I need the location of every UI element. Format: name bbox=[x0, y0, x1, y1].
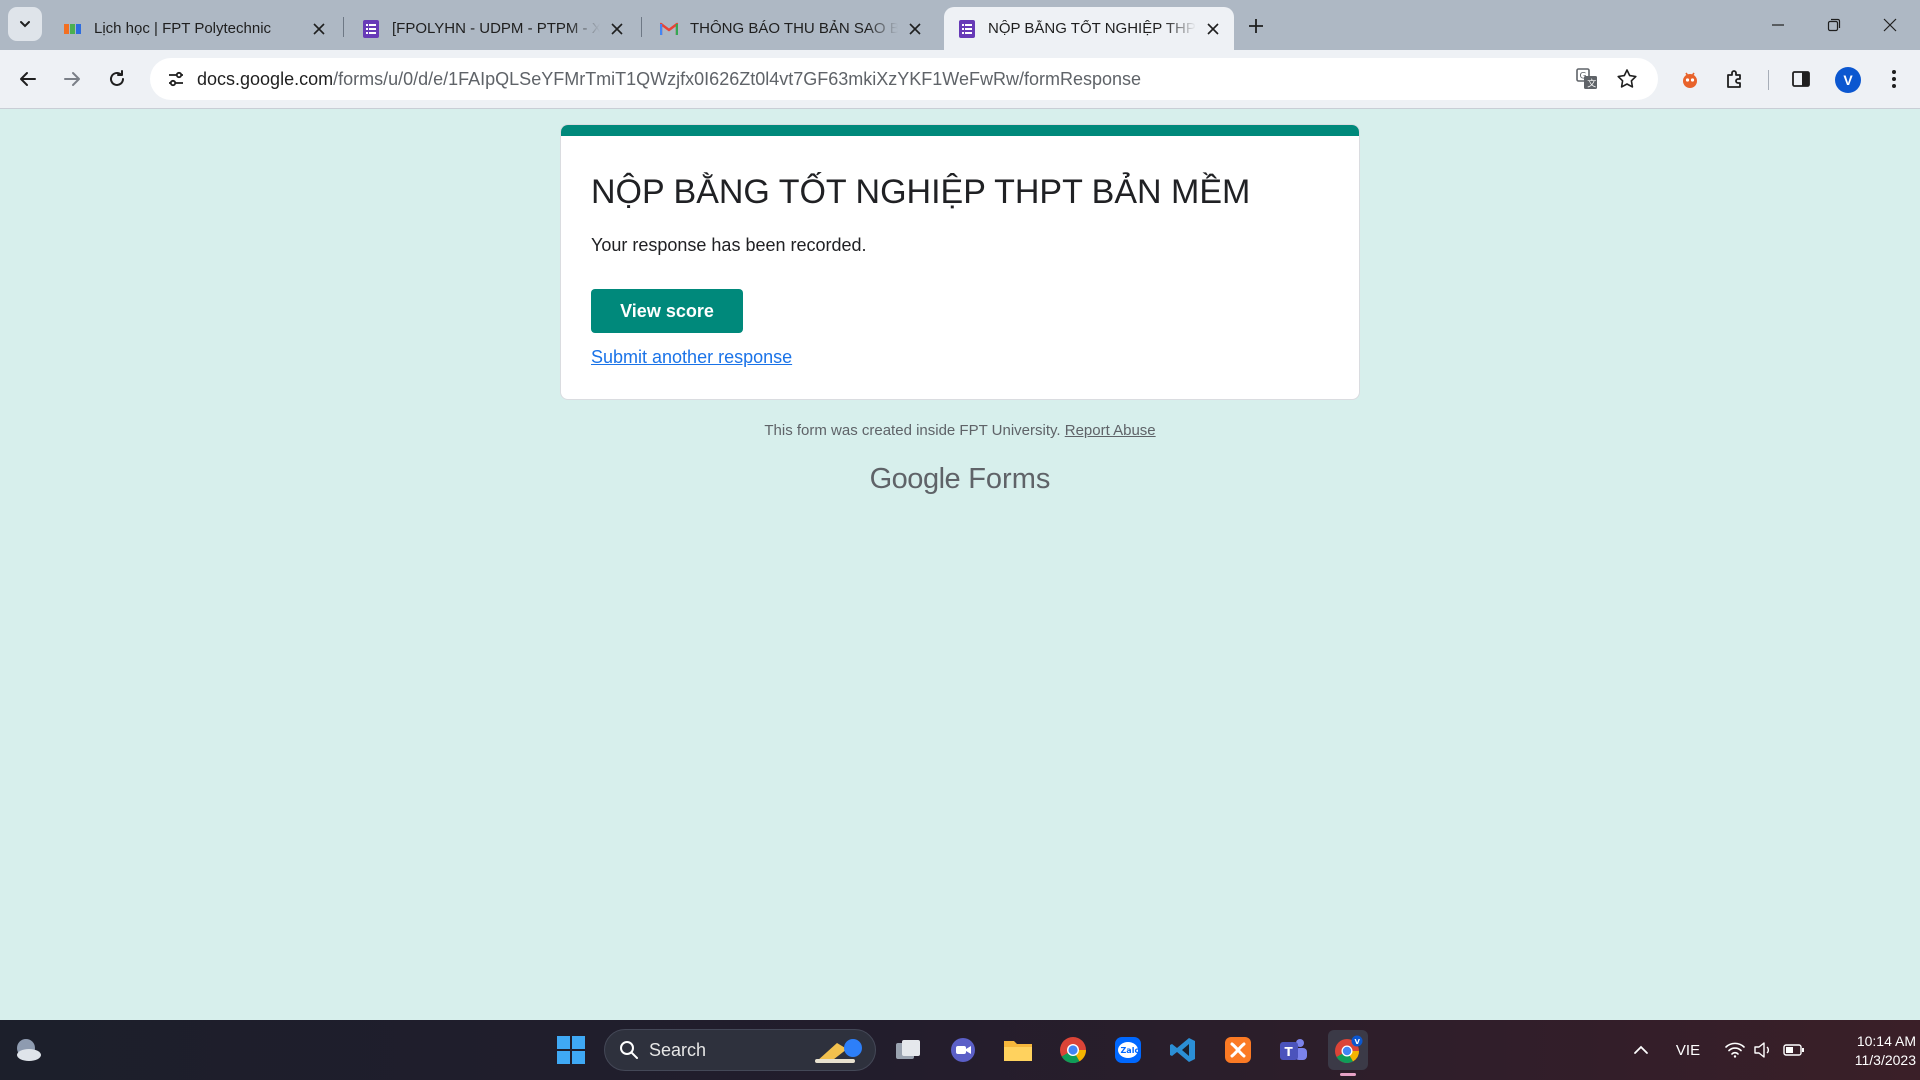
side-panel-icon[interactable] bbox=[1783, 61, 1819, 97]
svg-text:G: G bbox=[1580, 72, 1587, 82]
windows-taskbar: Search Zalo T V VIE 10:14 AM 11/3/2023 bbox=[0, 1020, 1920, 1080]
svg-text:Zalo: Zalo bbox=[1121, 1046, 1141, 1055]
zalo-icon[interactable]: Zalo bbox=[1108, 1030, 1148, 1070]
search-highlight-icon bbox=[815, 1039, 862, 1063]
svg-text:T: T bbox=[1285, 1045, 1294, 1059]
tab-separator bbox=[343, 17, 344, 37]
url-text: docs.google.com/forms/u/0/d/e/1FAIpQLSeY… bbox=[197, 69, 1141, 90]
tab-fpolyhn-form[interactable]: [FPOLYHN - UDPM - PTPM - X bbox=[348, 7, 638, 50]
minimize-icon bbox=[1772, 24, 1784, 26]
new-tab-button[interactable] bbox=[1242, 12, 1270, 40]
chrome-icon[interactable] bbox=[1053, 1030, 1093, 1070]
address-bar[interactable]: docs.google.com/forms/u/0/d/e/1FAIpQLSeY… bbox=[150, 58, 1658, 100]
close-window-button[interactable] bbox=[1862, 0, 1918, 50]
bookmark-star-icon[interactable] bbox=[1612, 64, 1642, 94]
view-score-button[interactable]: View score bbox=[591, 289, 743, 333]
tab-title: Lịch học | FPT Polytechnic bbox=[94, 20, 272, 37]
gmail-favicon-icon bbox=[660, 20, 678, 38]
vscode-icon[interactable] bbox=[1163, 1030, 1203, 1070]
form-title: NỘP BẰNG TỐT NGHIỆP THPT BẢN MỀM bbox=[591, 173, 1251, 211]
profile-avatar[interactable]: V bbox=[1835, 67, 1861, 93]
chrome-profile-active-icon[interactable]: V bbox=[1328, 1030, 1368, 1076]
forward-button[interactable] bbox=[54, 61, 90, 97]
extension-bug-icon[interactable] bbox=[1672, 61, 1708, 97]
tab-search-button[interactable] bbox=[8, 7, 42, 41]
close-icon bbox=[1883, 18, 1897, 32]
browser-tab-strip: Lịch học | FPT Polytechnic [FPOLYHN - UD… bbox=[0, 0, 1920, 50]
taskbar-search-box[interactable]: Search bbox=[604, 1029, 876, 1071]
close-tab-icon[interactable] bbox=[1202, 18, 1224, 40]
file-explorer-icon[interactable] bbox=[998, 1030, 1038, 1070]
tab-gmail-thong-bao[interactable]: THÔNG BÁO THU BẢN SAO BẰ bbox=[646, 7, 936, 50]
tab-title: THÔNG BÁO THU BẢN SAO BẰ bbox=[690, 20, 898, 37]
google-wordmark: Google bbox=[869, 463, 961, 495]
response-card: NỘP BẰNG TỐT NGHIỆP THPT BẢN MỀM Your re… bbox=[560, 124, 1360, 400]
arrow-left-icon bbox=[20, 72, 36, 86]
reload-icon bbox=[110, 70, 124, 86]
browser-toolbar: docs.google.com/forms/u/0/d/e/1FAIpQLSeY… bbox=[0, 50, 1920, 109]
chevron-down-icon bbox=[20, 21, 30, 28]
svg-text:V: V bbox=[1355, 1038, 1361, 1046]
input-language-indicator[interactable]: VIE bbox=[1668, 1030, 1708, 1070]
translate-icon[interactable]: G文 bbox=[1572, 64, 1602, 94]
tab-title: NỘP BẰNG TỐT NGHIỆP THPT bbox=[988, 20, 1196, 37]
windows-start-icon[interactable] bbox=[555, 1034, 587, 1066]
battery-icon[interactable] bbox=[1780, 1030, 1808, 1070]
report-abuse-link[interactable]: Report Abuse bbox=[1065, 422, 1156, 439]
card-accent-bar bbox=[561, 125, 1359, 136]
microsoft-teams-icon[interactable]: T bbox=[1273, 1030, 1313, 1070]
minimize-button[interactable] bbox=[1750, 0, 1806, 50]
tray-overflow-chevron-icon[interactable] bbox=[1626, 1030, 1656, 1070]
task-view-icon[interactable] bbox=[888, 1030, 928, 1070]
wifi-icon[interactable] bbox=[1722, 1030, 1748, 1070]
restore-button[interactable] bbox=[1806, 0, 1862, 50]
submit-another-response-link[interactable]: Submit another response bbox=[591, 347, 792, 368]
url-host: docs.google.com bbox=[197, 69, 334, 89]
xampp-icon[interactable] bbox=[1218, 1030, 1258, 1070]
plus-icon bbox=[1249, 19, 1263, 33]
footer-created-text: This form was created inside FPT Univers… bbox=[764, 422, 1061, 439]
url-path: /forms/u/0/d/e/1FAIpQLSeYFMrTmiT1QWzjfx0… bbox=[333, 69, 1142, 89]
tab-lich-hoc[interactable]: Lịch học | FPT Polytechnic bbox=[50, 7, 340, 50]
close-tab-icon[interactable] bbox=[606, 18, 628, 40]
form-footer-note: This form was created inside FPT Univers… bbox=[560, 422, 1360, 439]
google-forms-favicon-icon bbox=[958, 19, 976, 38]
back-button[interactable] bbox=[10, 61, 46, 97]
confirmation-message: Your response has been recorded. bbox=[591, 235, 867, 255]
active-app-indicator bbox=[1340, 1073, 1356, 1076]
tab-nop-bang-active[interactable]: NỘP BẰNG TỐT NGHIỆP THPT bbox=[944, 7, 1234, 50]
taskbar-clock[interactable]: 10:14 AM 11/3/2023 bbox=[1812, 1032, 1916, 1070]
more-menu-icon[interactable] bbox=[1876, 61, 1912, 97]
toolbar-divider bbox=[1768, 70, 1769, 90]
taskbar-search-label: Search bbox=[649, 1039, 707, 1060]
fpt-favicon-icon bbox=[64, 20, 82, 38]
weather-cloud-icon[interactable] bbox=[12, 1034, 44, 1066]
tab-separator bbox=[641, 17, 642, 37]
restore-icon bbox=[1827, 18, 1841, 32]
google-forms-favicon-icon bbox=[362, 19, 380, 38]
close-tab-icon[interactable] bbox=[904, 18, 926, 40]
teams-meet-icon[interactable] bbox=[943, 1030, 983, 1070]
clock-time: 10:14 AM bbox=[1856, 1033, 1916, 1049]
google-forms-logo: Google Forms bbox=[560, 463, 1360, 496]
tab-title: [FPOLYHN - UDPM - PTPM - X bbox=[392, 20, 600, 37]
clock-date: 11/3/2023 bbox=[1854, 1052, 1916, 1068]
close-tab-icon[interactable] bbox=[308, 18, 330, 40]
svg-text:文: 文 bbox=[1587, 78, 1596, 90]
volume-icon[interactable] bbox=[1750, 1030, 1776, 1070]
forms-wordmark: Forms bbox=[968, 463, 1051, 495]
arrow-right-icon bbox=[64, 72, 80, 86]
site-info-icon[interactable] bbox=[160, 63, 192, 95]
extensions-puzzle-icon[interactable] bbox=[1717, 61, 1753, 97]
search-icon bbox=[620, 1041, 638, 1059]
reload-button[interactable] bbox=[99, 61, 135, 97]
